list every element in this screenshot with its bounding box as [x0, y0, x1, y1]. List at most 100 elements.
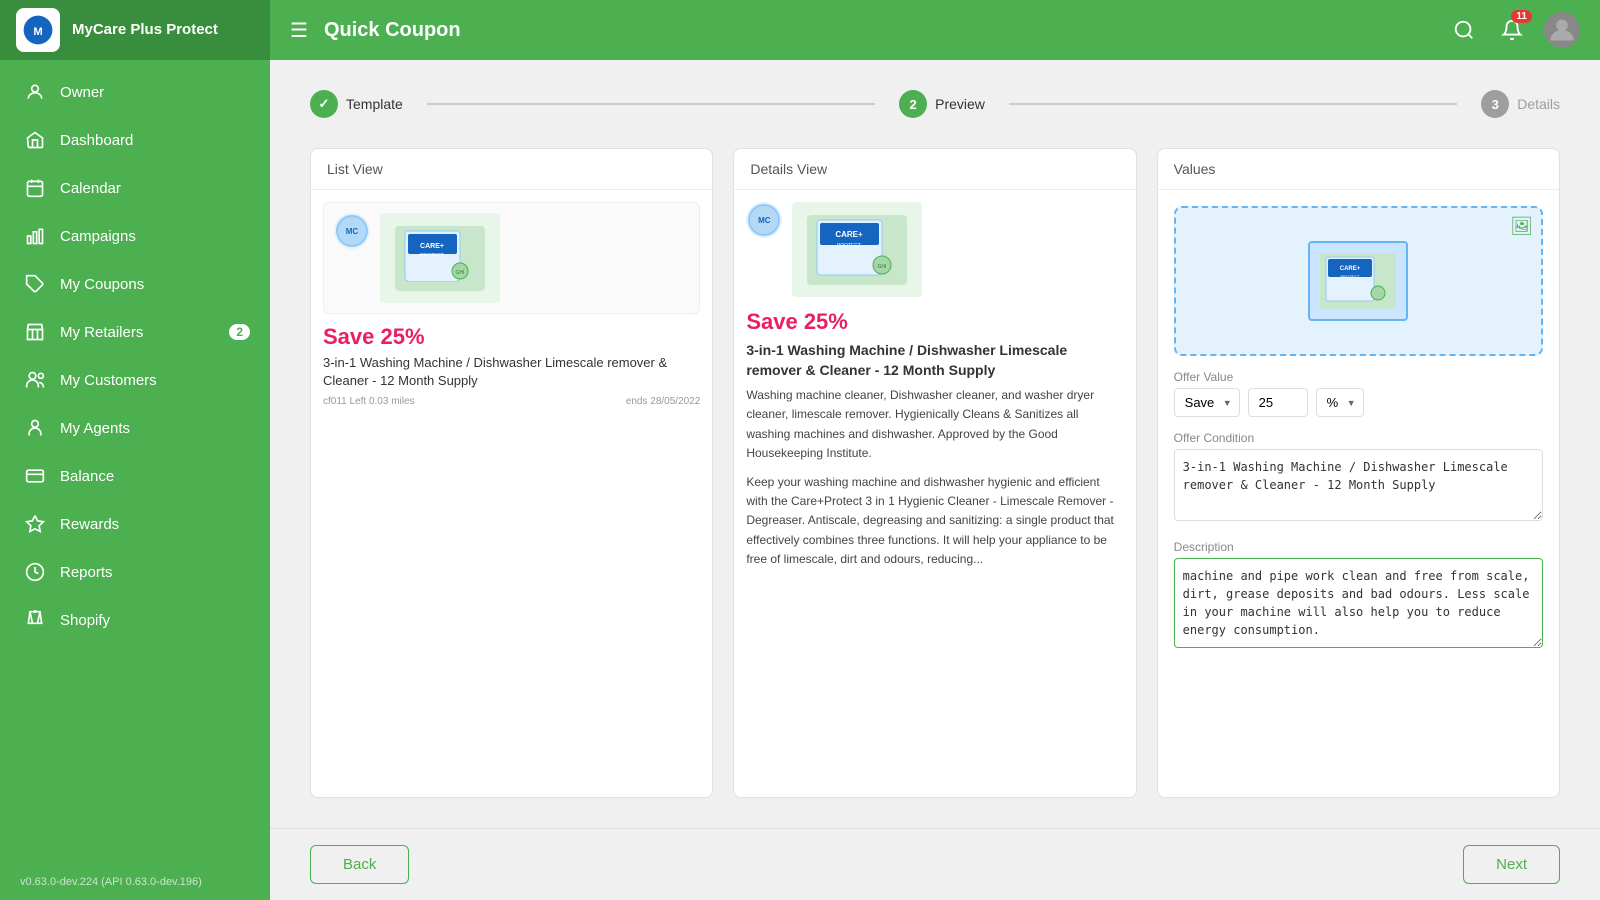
image-upload-area[interactable]: CARE+ PROTECT 🖼	[1174, 206, 1543, 356]
step-3-circle: 3	[1481, 90, 1509, 118]
sidebar-item-my-customers[interactable]: My Customers	[0, 356, 270, 404]
offer-condition-label: Offer Condition	[1174, 431, 1543, 445]
details-product-title: 3-in-1 Washing Machine / Dishwasher Lime…	[746, 341, 1123, 380]
svg-text:CARE+: CARE+	[836, 230, 864, 239]
step-connector-2	[1009, 103, 1457, 105]
sidebar-item-dashboard[interactable]: Dashboard	[0, 116, 270, 164]
bar-chart-icon	[24, 225, 46, 247]
step-2: 2 Preview	[899, 90, 985, 118]
sidebar-label-campaigns: Campaigns	[60, 228, 136, 245]
svg-text:GHI: GHI	[878, 264, 887, 270]
list-meta-left: cf011 Left 0.03 miles	[323, 396, 415, 407]
offer-unit-wrap: % £	[1316, 388, 1364, 417]
agent-icon	[24, 417, 46, 439]
details-desc-1: Washing machine cleaner, Dishwasher clea…	[746, 386, 1123, 463]
sidebar-label-balance: Balance	[60, 468, 114, 485]
offer-condition-textarea[interactable]	[1174, 449, 1543, 521]
next-button[interactable]: Next	[1463, 845, 1560, 884]
offer-type-wrap: Save Get Buy	[1174, 388, 1240, 417]
sidebar-label-rewards: Rewards	[60, 516, 119, 533]
bottom-nav: Back Next	[270, 828, 1600, 900]
sidebar-item-shopify[interactable]: Shopify	[0, 596, 270, 644]
list-item-preview: MC CARE+ PROTECT	[323, 202, 700, 314]
step-2-circle: 2	[899, 90, 927, 118]
retailers-badge: 2	[229, 324, 250, 340]
step-3-label: Details	[1517, 96, 1560, 112]
list-product-meta: cf011 Left 0.03 miles ends 28/05/2022	[323, 396, 700, 407]
svg-text:CARE+: CARE+	[420, 243, 444, 250]
list-meta-right: ends 28/05/2022	[626, 396, 701, 407]
shopify-icon	[24, 609, 46, 631]
main-content: ✓ Template 2 Preview 3 Details List View	[270, 60, 1600, 828]
topbar-actions: 11	[1448, 12, 1580, 48]
sidebar-label-my-customers: My Customers	[60, 372, 157, 389]
rewards-icon	[24, 513, 46, 535]
sidebar-item-my-retailers[interactable]: My Retailers 2	[0, 308, 270, 356]
step-2-label: Preview	[935, 96, 985, 112]
sidebar-item-rewards[interactable]: Rewards	[0, 500, 270, 548]
sidebar-label-calendar: Calendar	[60, 180, 121, 197]
sidebar-label-reports: Reports	[60, 564, 113, 581]
home-icon	[24, 129, 46, 151]
balance-icon	[24, 465, 46, 487]
list-item-logo: MC	[334, 213, 370, 249]
sidebar-label-owner: Owner	[60, 84, 104, 101]
sidebar-header: M MyCare Plus Protect	[0, 0, 270, 60]
list-view-body: MC CARE+ PROTECT	[311, 190, 712, 419]
sidebar-item-my-agents[interactable]: My Agents	[0, 404, 270, 452]
image-icon: 🖼	[1510, 216, 1533, 237]
step-1-label: Template	[346, 96, 403, 112]
menu-icon[interactable]: ☰	[290, 18, 308, 43]
back-button[interactable]: Back	[310, 845, 409, 884]
offer-unit-select[interactable]: % £	[1316, 388, 1364, 417]
main-area: ☰ Quick Coupon 11 ✓ Template 2	[270, 0, 1600, 900]
values-header: Values	[1158, 149, 1559, 190]
sidebar-label-my-retailers: My Retailers	[60, 324, 143, 341]
description-label: Description	[1174, 540, 1543, 554]
details-top: MC CARE+ PROTECT GHI	[746, 202, 1123, 297]
description-textarea[interactable]	[1174, 558, 1543, 648]
sidebar-item-my-coupons[interactable]: My Coupons	[0, 260, 270, 308]
sidebar-label-shopify: Shopify	[60, 612, 110, 629]
sidebar-item-calendar[interactable]: Calendar	[0, 164, 270, 212]
values-body: CARE+ PROTECT 🖼 Offer Value	[1158, 190, 1559, 669]
sidebar-label-my-agents: My Agents	[60, 420, 130, 437]
sidebar-item-campaigns[interactable]: Campaigns	[0, 212, 270, 260]
svg-text:CARE+: CARE+	[1340, 266, 1361, 272]
search-button[interactable]	[1448, 14, 1480, 46]
values-card: Values CARE+ PROTECT	[1157, 148, 1560, 798]
stepper: ✓ Template 2 Preview 3 Details	[310, 90, 1560, 118]
offer-value-row: Save Get Buy % £	[1174, 388, 1543, 417]
step-3: 3 Details	[1481, 90, 1560, 118]
step-1: ✓ Template	[310, 90, 403, 118]
sidebar-item-reports[interactable]: Reports	[0, 548, 270, 596]
offer-amount-input[interactable]	[1248, 388, 1308, 417]
sidebar-item-owner[interactable]: Owner	[0, 68, 270, 116]
sidebar-nav: Owner Dashboard Calendar Campaigns My Co	[0, 60, 270, 864]
step-connector-1	[427, 103, 875, 105]
details-logo: MC	[746, 202, 782, 238]
list-item-save: Save 25% 3-in-1 Washing Machine / Dishwa…	[323, 324, 700, 407]
sidebar-item-balance[interactable]: Balance	[0, 452, 270, 500]
notification-button[interactable]: 11	[1496, 14, 1528, 46]
reports-icon	[24, 561, 46, 583]
users-icon	[24, 369, 46, 391]
offer-type-select[interactable]: Save Get Buy	[1174, 388, 1240, 417]
offer-value-label: Offer Value	[1174, 370, 1543, 384]
sidebar-label-my-coupons: My Coupons	[60, 276, 144, 293]
offer-value-group: Offer Value Save Get Buy	[1174, 370, 1543, 417]
cards-grid: List View MC CARE+	[310, 148, 1560, 798]
description-group: Description	[1174, 540, 1543, 653]
svg-text:M: M	[33, 26, 42, 38]
offer-condition-group: Offer Condition	[1174, 431, 1543, 526]
svg-text:GHI: GHI	[456, 270, 465, 276]
calendar-icon	[24, 177, 46, 199]
store-icon	[24, 321, 46, 343]
app-logo: M	[16, 8, 60, 52]
details-desc-2: Keep your washing machine and dishwasher…	[746, 473, 1123, 569]
details-view-body: MC CARE+ PROTECT GHI	[734, 190, 1135, 581]
user-avatar[interactable]	[1544, 12, 1580, 48]
details-product-image: CARE+ PROTECT GHI	[792, 202, 922, 297]
sidebar: M MyCare Plus Protect Owner Dashboard Ca…	[0, 0, 270, 900]
list-product-title: 3-in-1 Washing Machine / Dishwasher Lime…	[323, 354, 700, 390]
